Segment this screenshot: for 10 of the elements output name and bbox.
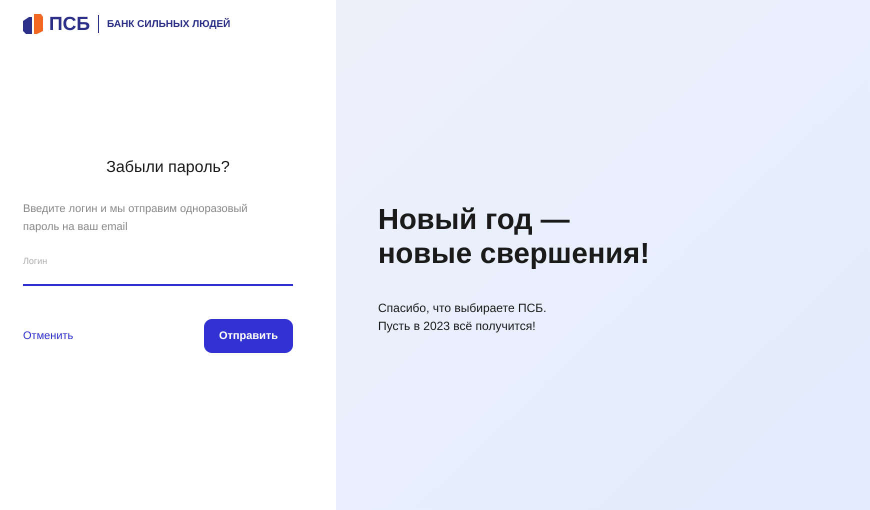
promo-heading: Новый год — новые свершения! xyxy=(378,203,651,271)
form-title: Забыли пароль? xyxy=(105,158,231,178)
brand-name: ПСБ xyxy=(49,14,90,34)
field-label: Логин xyxy=(23,256,48,266)
logo-icon xyxy=(23,14,43,34)
submit-button[interactable]: Отправить xyxy=(204,319,293,353)
brand-tagline: БАНК СИЛЬНЫХ ЛЮДЕЙ xyxy=(107,17,230,32)
promo-text: Спасибо, что выбираете ПСБ. Пусть в 2023 всё получится! xyxy=(378,300,548,335)
cancel-link[interactable]: Отменить xyxy=(23,328,74,344)
form-description: Введите логин и мы отправим одноразовый пароль на ваш email xyxy=(23,202,249,235)
